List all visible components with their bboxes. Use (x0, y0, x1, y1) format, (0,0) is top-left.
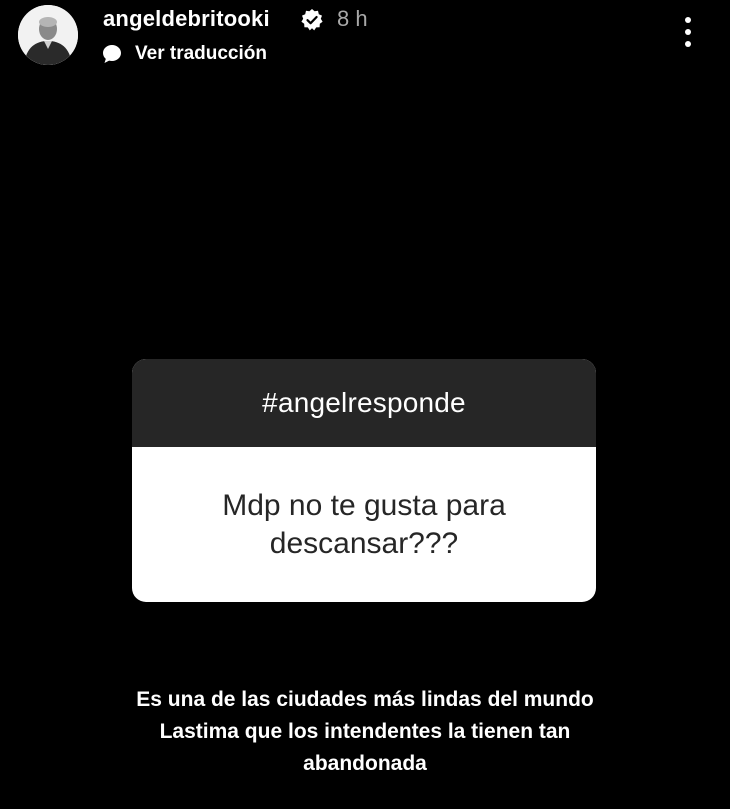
username[interactable]: angeldebritooki (103, 4, 270, 34)
profile-avatar-image (18, 5, 78, 65)
more-vertical-icon-dot (685, 41, 691, 47)
avatar[interactable] (18, 5, 78, 65)
translate-icon (103, 45, 121, 63)
verified-badge-icon (301, 9, 323, 31)
timestamp: 8 h (337, 6, 368, 31)
question-sticker: #angelresponde Mdp no te gusta para desc… (132, 359, 596, 602)
more-options-button[interactable] (674, 14, 702, 50)
see-translation-button[interactable]: Ver traducción (101, 40, 267, 68)
question-sticker-header: #angelresponde (132, 359, 596, 447)
more-vertical-icon-dot (685, 29, 691, 35)
question-sticker-text: Mdp no te gusta para descansar??? (222, 488, 506, 560)
more-vertical-icon (685, 17, 691, 23)
story-caption: Es una de las ciudades más lindas del mu… (136, 688, 594, 775)
see-translation-label: Ver traducción (135, 43, 267, 64)
